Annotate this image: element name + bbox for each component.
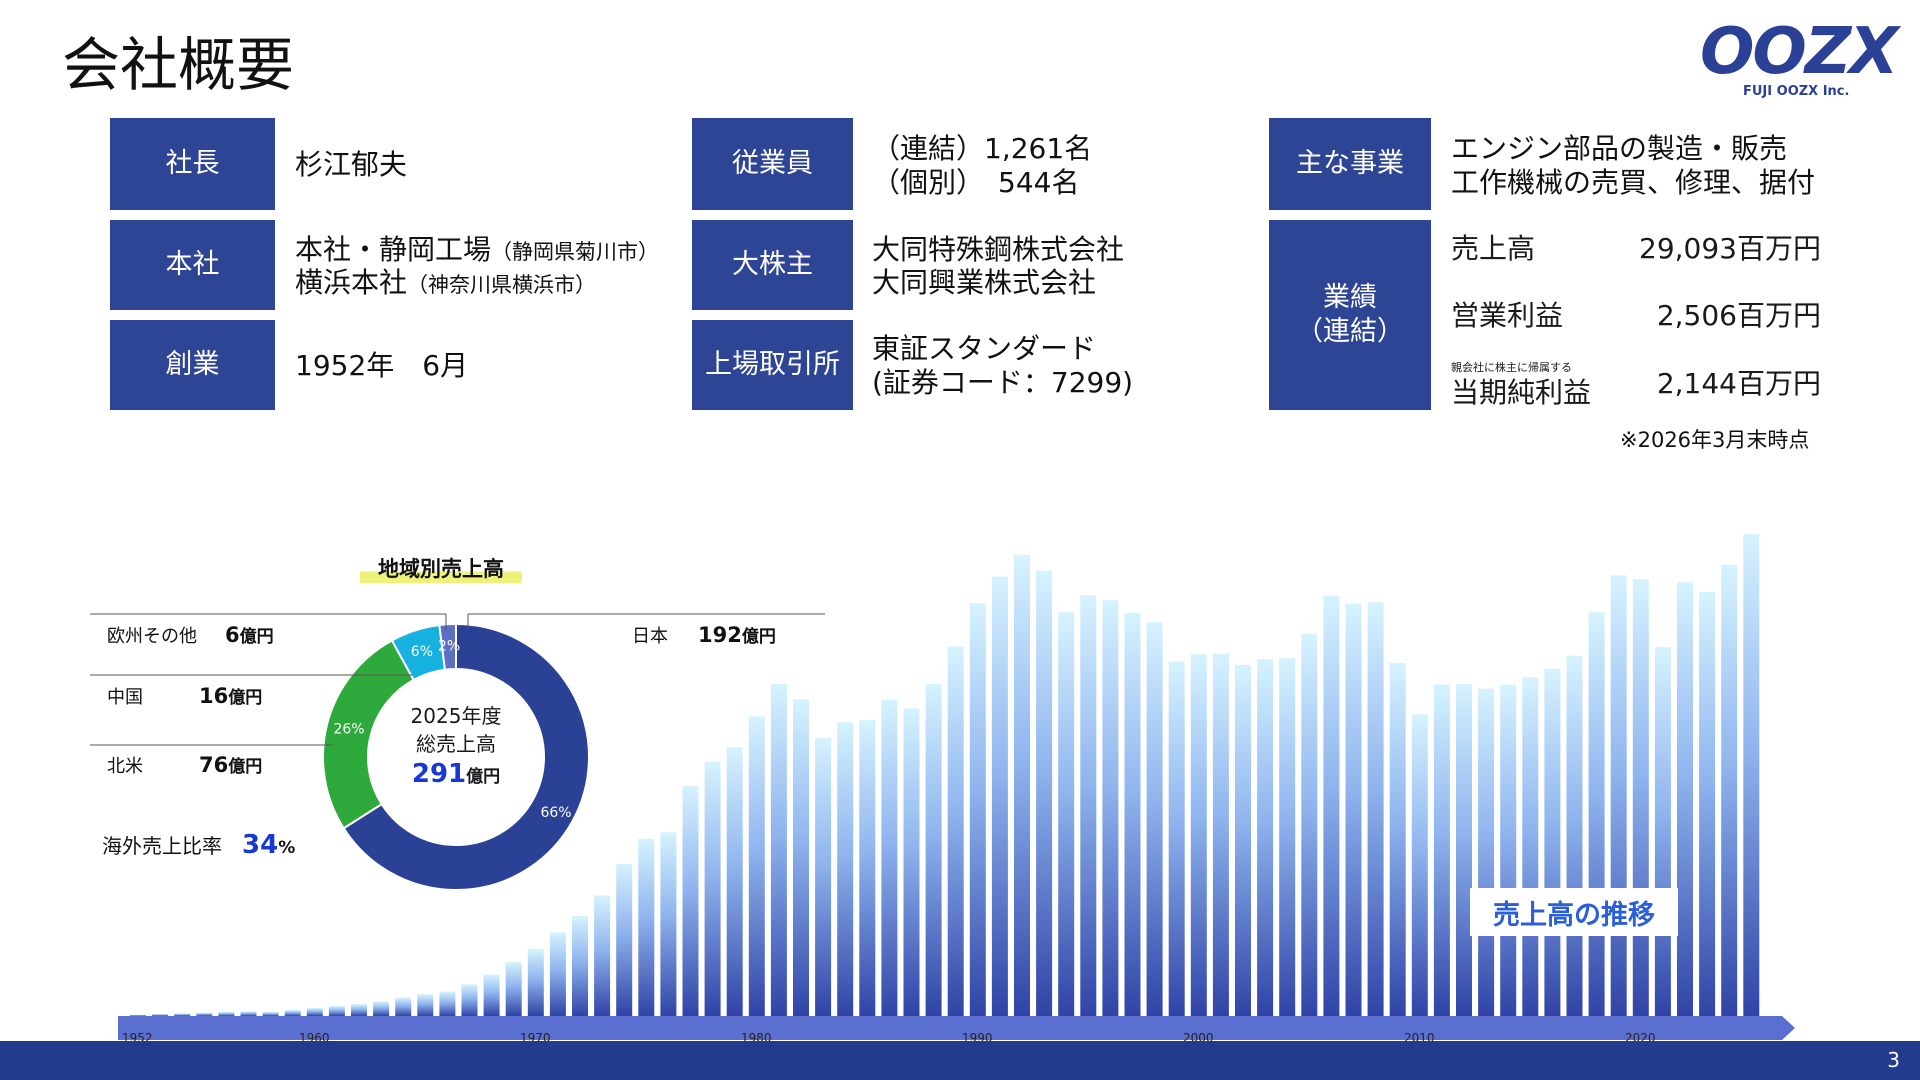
- overseas-ratio: 海外売上比率 34%: [102, 830, 295, 860]
- region-europe-unit: 億円: [239, 627, 274, 647]
- region-na-value: 76: [199, 753, 229, 777]
- donut-center-value: 291: [411, 759, 467, 789]
- region-japan-unit: 億円: [741, 627, 776, 647]
- region-japan-name: 日本: [632, 626, 668, 647]
- page-number: 3: [1887, 1048, 1900, 1072]
- region-europe-value: 6: [225, 623, 240, 647]
- donut-center-unit: 億円: [466, 767, 501, 787]
- donut-center-year: 2025年度: [410, 704, 502, 728]
- region-europe-name: 欧州その他: [107, 626, 197, 647]
- region-china-value: 16: [199, 684, 229, 708]
- donut-pct-3: 2%: [438, 639, 460, 655]
- donut-pct-0: 66%: [540, 805, 571, 821]
- region-china-name: 中国: [107, 687, 143, 708]
- overseas-ratio-unit: %: [278, 838, 296, 858]
- donut-center-label: 総売上高: [416, 732, 496, 756]
- region-japan-value: 192: [698, 623, 742, 647]
- footer-bar: [0, 1041, 1920, 1080]
- region-europe: 欧州その他 6億円: [107, 622, 274, 648]
- overseas-ratio-label: 海外売上比率: [102, 834, 222, 858]
- region-china-unit: 億円: [228, 688, 263, 708]
- donut-pct-2: 6%: [411, 644, 433, 660]
- region-donut-chart: 66%26%6% 2%: [90, 613, 825, 891]
- donut-center: 2025年度 総売上高 291億円: [356, 702, 556, 791]
- overseas-ratio-value: 34: [242, 830, 279, 860]
- region-china: 中国 16億円: [107, 683, 262, 709]
- region-na-name: 北米: [107, 756, 143, 777]
- region-na: 北米 76億円: [107, 752, 262, 778]
- region-na-unit: 億円: [228, 757, 263, 777]
- region-japan: 日本 192億円: [632, 622, 776, 648]
